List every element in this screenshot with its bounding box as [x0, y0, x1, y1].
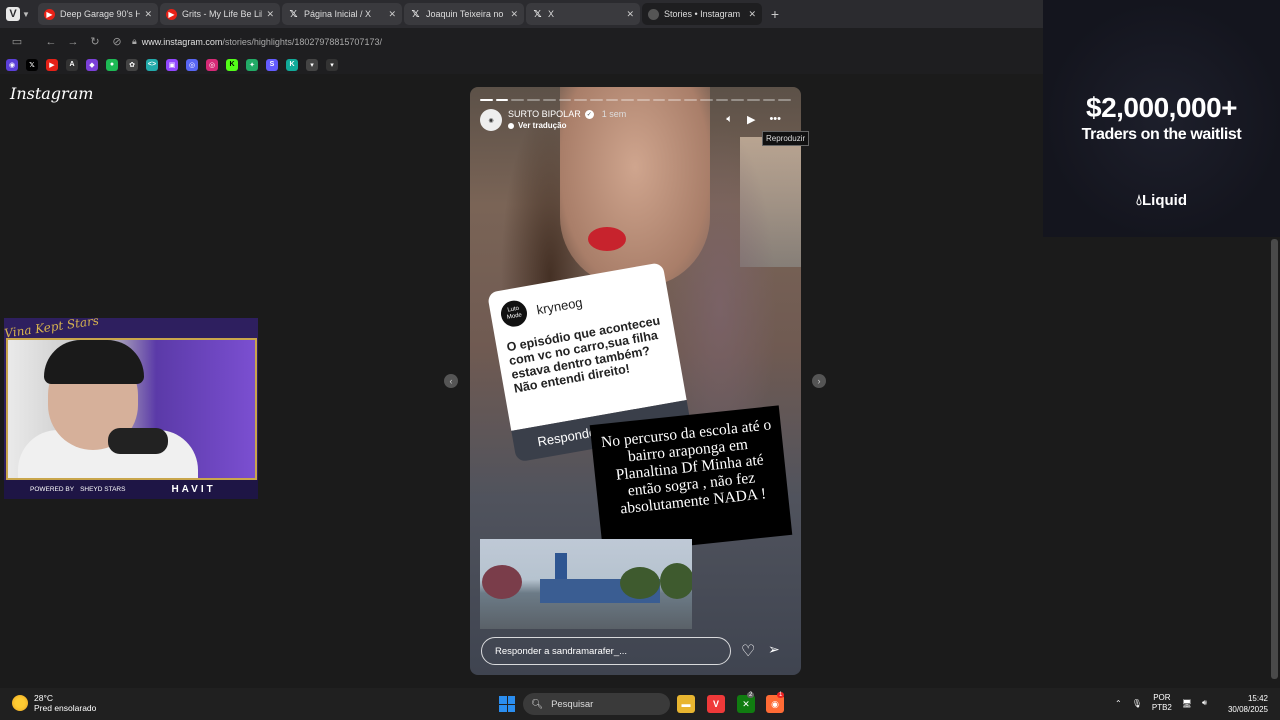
forward-icon[interactable]: → [62, 36, 84, 48]
bookmark-instagram-icon[interactable]: ◎ [206, 58, 218, 71]
heart-icon[interactable]: ♡ [741, 641, 755, 661]
tab-instagram-stories[interactable]: Stories • Instagram ✕ [642, 3, 762, 25]
windows-start-icon[interactable] [499, 696, 515, 712]
ad-brand: 💧︎Liquid [1135, 192, 1187, 209]
bookmark-youtube-icon[interactable]: ▶ [46, 58, 58, 71]
webcam-overlay: Vina Kept Stars POWERED BY SHEYD STARS H… [3, 313, 258, 499]
bookmark-discord-icon[interactable]: ◎ [186, 58, 198, 71]
close-icon[interactable]: ✕ [266, 9, 274, 20]
bookmark-green-icon[interactable]: ✦ [246, 58, 258, 71]
ad-amount: $2,000,000+ [1086, 92, 1238, 123]
close-icon[interactable]: ✕ [144, 9, 152, 20]
weather-widget[interactable]: 28°C Pred ensolarado [12, 693, 96, 713]
next-story-button[interactable]: › [812, 374, 826, 388]
tab-deep-garage[interactable]: ▶ Deep Garage 90's House ✕ [38, 3, 158, 25]
browser-tab-bar: V ▼ ▶ Deep Garage 90's House ✕ ▶ Grits -… [0, 0, 1043, 28]
streamer-signature: Vina Kept Stars [3, 313, 100, 341]
youtube-icon: ▶ [166, 8, 177, 20]
bookmark-a-icon[interactable]: A [66, 58, 78, 71]
vivaldi-icon: V [6, 7, 21, 21]
story-caption: No percurso da escola até o bairro arapo… [589, 405, 793, 555]
vivaldi-menu-button[interactable]: V ▼ [0, 0, 36, 28]
close-icon[interactable]: ✕ [748, 9, 756, 20]
url-field[interactable]: 🔒︎ www.instagram.com/stories/highlights/… [132, 36, 382, 47]
panel-toggle-icon[interactable]: ▭ [6, 35, 28, 48]
close-icon[interactable]: ✕ [388, 9, 396, 20]
reload-icon[interactable]: ↻ [84, 35, 106, 48]
speaker-icon[interactable]: 🔊︎ [1202, 698, 1207, 708]
tab-grits[interactable]: ▶ Grits - My Life Be Like ✕ [160, 3, 280, 25]
story-header: ◉ SURTO BIPOLAR ✓ 1 sem Ver tradução 🔈︎ … [480, 109, 791, 137]
webcam-frame [6, 338, 257, 480]
close-icon[interactable]: ✕ [510, 9, 518, 20]
bookmark-kick-icon[interactable]: K [226, 58, 238, 71]
taskbar-search[interactable]: 🔍︎ Pesquisar [523, 693, 670, 715]
instagram-logo[interactable]: Instagram [10, 84, 93, 103]
page-scrollbar[interactable] [1269, 237, 1280, 688]
story-lips [588, 227, 626, 251]
sun-icon [12, 695, 28, 711]
story-age: 1 sem [601, 109, 627, 119]
bookmark-teal-icon[interactable]: K [286, 58, 298, 71]
screen: V ▼ ▶ Deep Garage 90's House ✕ ▶ Grits -… [0, 0, 1280, 720]
avatar: Luto Mode [498, 298, 530, 329]
instagram-icon [648, 8, 659, 20]
story-progress [480, 99, 792, 101]
file-explorer-icon[interactable]: ▬ [677, 695, 695, 713]
send-icon[interactable]: ➢ [768, 641, 780, 658]
sponsor-footer: POWERED BY SHEYD STARS HAVIT [4, 480, 258, 499]
bookmark-folder-icon[interactable]: ▾ [306, 58, 318, 71]
system-tray: ⌃ 🎙︎ POR PTB2 🖥︎ 🔊︎ [1115, 693, 1207, 713]
language-indicator[interactable]: POR PTB2 [1152, 693, 1172, 713]
x-icon: 𝕏 [533, 8, 542, 20]
x-icon: 𝕏 [411, 8, 420, 20]
previous-story-button[interactable]: ‹ [444, 374, 458, 388]
bookmark-purple-icon[interactable]: ◆ [86, 58, 98, 71]
question-text: O episódio que aconteceu com vc no carro… [505, 313, 662, 396]
windows-taskbar: 28°C Pred ensolarado 🔍︎ Pesquisar ▬ V ✕ … [0, 688, 1280, 720]
youtube-icon: ▶ [44, 8, 55, 20]
tab-x[interactable]: 𝕏 X ✕ [526, 3, 640, 25]
tab-x-home[interactable]: 𝕏 Página Inicial / X ✕ [282, 3, 402, 25]
bookmark-twitch-icon[interactable]: ◉ [6, 58, 18, 71]
address-bar: ▭ ← → ↻ ⊘ 🔒︎ www.instagram.com/stories/h… [0, 28, 1043, 55]
bookmarks-bar: ◉ 𝕏 ▶ A ◆ ● ✿ <> ▣ ◎ ◎ K ✦ S K ▾ ▾ [0, 55, 1043, 74]
lock-icon: 🔒︎ [132, 36, 137, 46]
bookmark-chatgpt-icon[interactable]: ✿ [126, 58, 138, 71]
bookmark-x-icon[interactable]: 𝕏 [26, 58, 38, 71]
bookmark-spotify-icon[interactable]: ● [106, 58, 118, 71]
translate-link[interactable]: Ver tradução [508, 121, 626, 130]
liquid-ad[interactable]: $2,000,000+ Traders on the waitlist 💧︎Li… [1043, 0, 1280, 237]
question-username: kryneog [535, 294, 584, 318]
avatar[interactable]: ◉ [480, 109, 502, 131]
bookmark-more-icon[interactable]: ▾ [326, 58, 338, 71]
network-icon[interactable]: 🖥︎ [1182, 699, 1192, 708]
microphone-icon[interactable]: 🎙︎ [1132, 699, 1142, 708]
x-icon: 𝕏 [289, 8, 298, 20]
story-username[interactable]: SURTO BIPOLAR [508, 109, 581, 119]
back-icon[interactable]: ← [40, 36, 62, 48]
play-icon[interactable]: ▶ [747, 113, 755, 126]
chevron-down-icon: ▼ [22, 9, 30, 19]
clock[interactable]: 15:42 30/08/2025 [1228, 693, 1268, 715]
search-icon: 🔍︎ [531, 698, 544, 710]
new-tab-button[interactable]: + [762, 6, 788, 22]
vivaldi-taskbar-icon[interactable]: V [707, 695, 725, 713]
tab-joaquin[interactable]: 𝕏 Joaquin Teixeira no X: ✕ [404, 3, 524, 25]
bookmark-stripe-icon[interactable]: S [266, 58, 278, 71]
volume-icon[interactable]: 🔈︎ [726, 113, 733, 126]
tracker-blocker-icon[interactable]: ⊘ [106, 35, 128, 48]
more-options-icon[interactable]: ••• [769, 113, 781, 126]
street-photo [480, 539, 692, 629]
bookmark-code-icon[interactable]: <> [146, 58, 158, 71]
play-tooltip: Reproduzir [762, 131, 810, 146]
verified-icon: ✓ [584, 109, 594, 119]
ad-subtitle: Traders on the waitlist [1081, 126, 1242, 143]
story-reply-input[interactable]: Responder a sandramarafer_... [481, 637, 731, 665]
bookmark-twitch2-icon[interactable]: ▣ [166, 58, 178, 71]
translate-icon [508, 122, 514, 129]
chevron-up-icon[interactable]: ⌃ [1115, 699, 1122, 708]
close-icon[interactable]: ✕ [626, 9, 634, 20]
